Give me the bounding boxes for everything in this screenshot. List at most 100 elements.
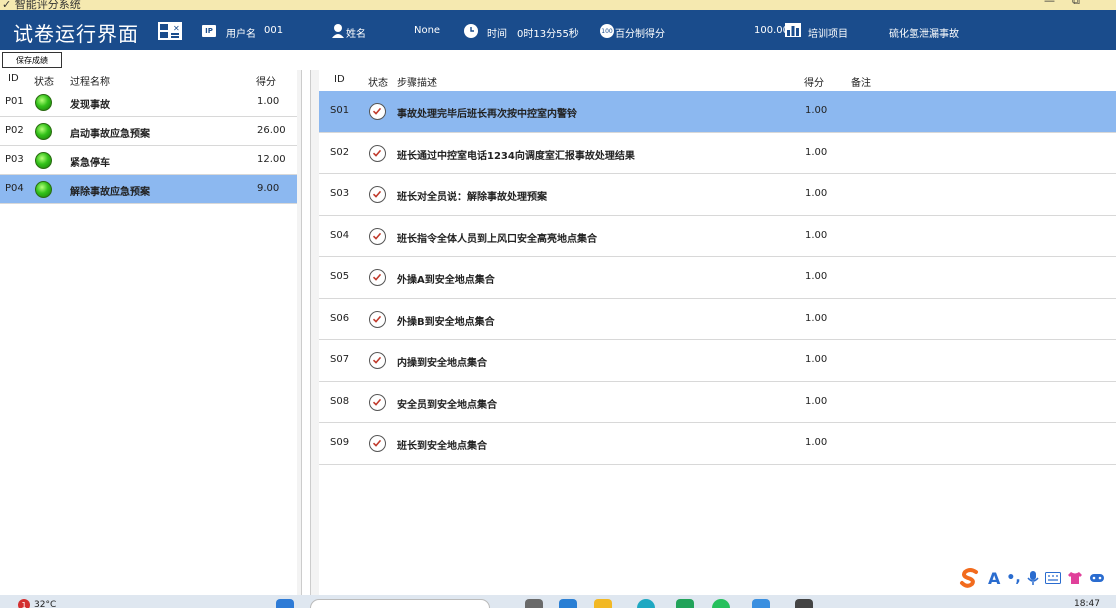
steps-table: ID 状态 步骤描述 得分 备注 S01 事故处理完毕后班长再次按中控室内警铃 …: [319, 70, 1116, 595]
table-row[interactable]: S06 外操B到安全地点集合 1.00: [319, 299, 1116, 340]
check-circle-icon: [369, 393, 386, 411]
ime-toolbar[interactable]: A •,: [958, 566, 1105, 590]
col-status: 状态: [34, 77, 54, 88]
col-remark: 备注: [851, 78, 871, 89]
row-desc: 安全员到安全地点集合: [397, 399, 497, 411]
ip-icon-text: IP: [205, 27, 213, 35]
row-id: S03: [330, 188, 350, 199]
row-score: 1.00: [805, 229, 828, 241]
row-score: 1.00: [805, 271, 828, 282]
taskbar-app-icon[interactable]: [712, 599, 730, 608]
save-score-button[interactable]: 保存成绩: [2, 52, 62, 68]
sogou-logo-icon[interactable]: [958, 567, 982, 589]
score-badge-text: 100: [601, 27, 613, 35]
check-circle-icon: [369, 227, 386, 245]
row-score: 1.00: [805, 395, 828, 407]
project-label: 培训项目: [808, 29, 848, 40]
name-value: None: [414, 25, 441, 36]
temperature: 32°C: [34, 600, 57, 608]
taskbar-app-icon[interactable]: [559, 599, 577, 608]
check-circle-icon: [369, 435, 386, 452]
minimize-icon[interactable]: —: [1044, 0, 1055, 7]
table-row[interactable]: P02 启动事故应急预案 26.00: [0, 117, 297, 146]
row-score: 12.00: [257, 154, 286, 165]
status-green-icon: [35, 94, 52, 111]
check-circle-icon: [369, 310, 386, 328]
row-score: 26.00: [257, 125, 286, 136]
table-row[interactable]: P03 紧急停车 12.00: [0, 146, 297, 175]
username-value: 001: [264, 25, 284, 36]
app-header: 试卷运行界面 ✕ IP 用户名 001 姓名 None 时间 0时13分55秒 …: [0, 10, 1116, 50]
row-desc: 班长到安全地点集合: [397, 441, 487, 452]
keyboard-icon[interactable]: [1044, 572, 1061, 584]
table-row[interactable]: S08 安全员到安全地点集合 1.00: [319, 382, 1116, 423]
row-desc: 班长指令全体人员到上风口安全高亮地点集合: [397, 233, 597, 245]
score-value: 100.00: [754, 25, 789, 36]
panel-splitter[interactable]: [301, 70, 311, 595]
name-label: 姓名: [346, 29, 366, 40]
status-green-icon: [35, 152, 52, 169]
status-green-icon: [35, 181, 52, 198]
taskbar-app-icon[interactable]: [752, 599, 770, 608]
col-score: 得分: [256, 77, 276, 88]
row-score: 1.00: [805, 188, 828, 199]
calculator-icon: ✕: [158, 21, 182, 41]
file-explorer-icon[interactable]: [594, 599, 612, 608]
row-desc: 班长对全员说：解除事故处理预案: [397, 192, 547, 203]
status-green-icon: [35, 123, 52, 140]
taskbar-app-icon[interactable]: [676, 599, 694, 608]
row-score: 1.00: [805, 437, 828, 448]
user-icon: [331, 23, 345, 39]
windows-start-icon[interactable]: [276, 599, 294, 608]
svg-text:✕: ✕: [173, 24, 180, 33]
row-id: P03: [5, 154, 24, 165]
row-id: S07: [330, 354, 350, 365]
process-table: ID 状态 过程名称 得分 P01 发现事故 1.00 P02 启动事故应急预案…: [0, 70, 297, 595]
row-name: 发现事故: [70, 100, 110, 111]
taskbar-app-icon[interactable]: [795, 599, 813, 608]
row-score: 9.00: [257, 183, 280, 194]
col-id: ID: [334, 74, 345, 85]
row-id: S09: [330, 437, 350, 448]
table-row-selected[interactable]: S01 事故处理完毕后班长再次按中控室内警铃 1.00: [319, 91, 1116, 133]
row-name: 紧急停车: [70, 158, 110, 169]
microphone-icon[interactable]: [1027, 570, 1039, 586]
punctuation-icon[interactable]: •,: [1006, 570, 1020, 586]
row-desc: 班长通过中控室电话1234向调度室汇报事故处理结果: [397, 150, 635, 162]
bar-chart-icon: [785, 23, 801, 37]
col-step-desc: 步骤描述: [397, 78, 437, 89]
table-row[interactable]: S03 班长对全员说：解除事故处理预案 1.00: [319, 174, 1116, 216]
check-circle-icon: [369, 186, 386, 203]
table-row[interactable]: S04 班长指令全体人员到上风口安全高亮地点集合 1.00: [319, 216, 1116, 257]
skin-shirt-icon[interactable]: [1067, 571, 1083, 585]
row-score: 1.00: [805, 354, 828, 365]
toolbar: 保存成绩: [0, 50, 1116, 70]
edge-browser-icon[interactable]: [637, 599, 655, 608]
row-id: S08: [330, 395, 350, 407]
search-box[interactable]: [310, 599, 490, 608]
table-row-selected[interactable]: P04 解除事故应急预案 9.00: [0, 175, 297, 204]
col-status: 状态: [368, 78, 388, 89]
table-row[interactable]: S09 班长到安全地点集合 1.00: [319, 423, 1116, 465]
row-desc: 外操B到安全地点集合: [397, 316, 495, 328]
col-id: ID: [8, 73, 19, 84]
table-row[interactable]: S07 内操到安全地点集合 1.00: [319, 340, 1116, 382]
row-name: 解除事故应急预案: [70, 187, 150, 198]
gamepad-icon[interactable]: [1089, 572, 1105, 584]
table-row[interactable]: P01 发现事故 1.00: [0, 88, 297, 117]
ime-mode-indicator[interactable]: A: [988, 569, 1000, 588]
row-id: S04: [330, 229, 350, 241]
clock[interactable]: 18:47: [1074, 599, 1100, 608]
time-value: 0时13分55秒: [517, 29, 579, 40]
weather-widget[interactable]: 1 32°C: [18, 599, 56, 608]
restore-icon[interactable]: ⧉: [1072, 0, 1080, 8]
table-row[interactable]: S05 外操A到安全地点集合 1.00: [319, 257, 1116, 299]
table-row[interactable]: S02 班长通过中控室电话1234向调度室汇报事故处理结果 1.00: [319, 133, 1116, 174]
time-label: 时间: [487, 29, 507, 40]
row-score: 1.00: [805, 312, 828, 324]
check-circle-icon: [369, 352, 386, 369]
row-desc: 内操到安全地点集合: [397, 358, 487, 369]
row-id: P02: [5, 125, 24, 136]
page-title: 试卷运行界面: [13, 22, 139, 46]
taskbar-app-icon[interactable]: [525, 599, 543, 608]
